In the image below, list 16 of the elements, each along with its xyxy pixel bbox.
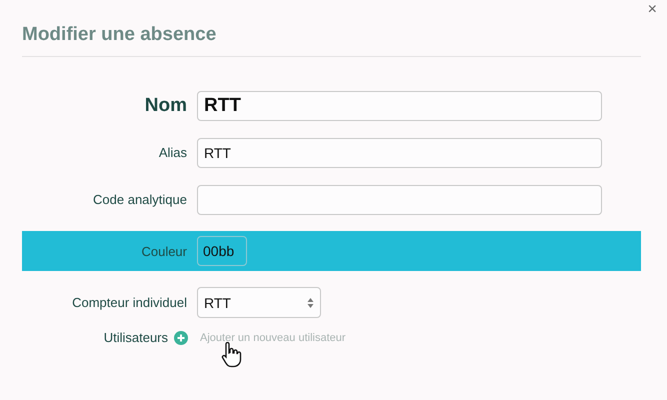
text-field[interactable] — [197, 184, 602, 214]
field-label: Code analytique — [92, 192, 187, 207]
field-label: Nom — [144, 94, 187, 116]
add-icon[interactable] — [174, 330, 188, 344]
select-field[interactable]: RTT — [197, 287, 321, 318]
field-label: Couleur — [140, 244, 187, 258]
spinner-icon — [307, 296, 314, 308]
field-label: Alias — [158, 145, 187, 160]
dialog-title: Modifier une absence — [22, 24, 641, 57]
text-field[interactable]: RTT — [197, 138, 602, 168]
close-button[interactable]: × — [648, 2, 657, 18]
text-field[interactable]: RTT — [197, 90, 602, 120]
field-label: Utilisateurs — [102, 330, 168, 345]
hand-pointer-icon — [220, 342, 242, 368]
field-label: Compteur individuel — [71, 295, 187, 310]
color-field[interactable]: 00bb — [197, 236, 247, 266]
